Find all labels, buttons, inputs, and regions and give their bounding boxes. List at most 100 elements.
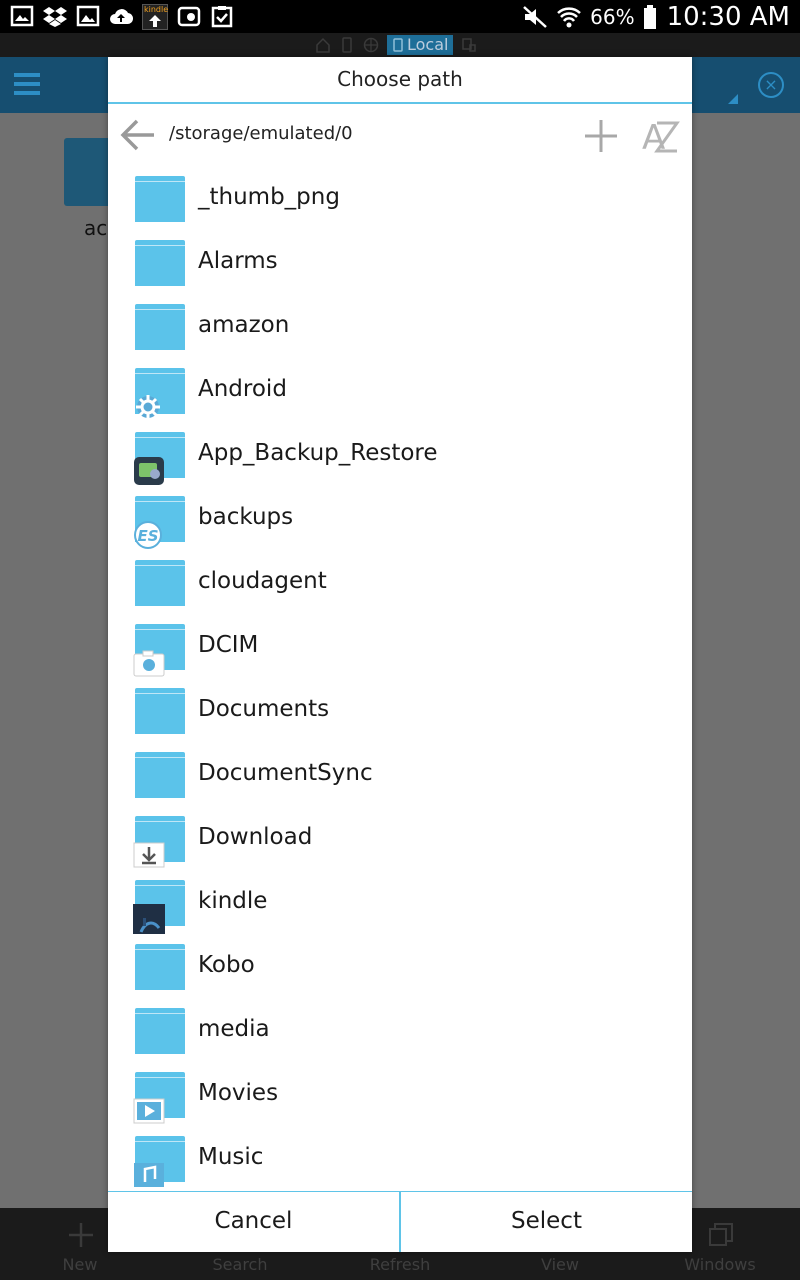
photo-edit-icon: [177, 6, 201, 27]
device-icon: [393, 38, 403, 52]
folder-icon: [134, 432, 185, 485]
toolbar-corner-marker: [728, 94, 738, 104]
sort-az-icon[interactable]: A: [641, 117, 681, 155]
windows-icon: [709, 1223, 733, 1246]
new-folder-plus-icon[interactable]: [582, 117, 620, 155]
home-icon[interactable]: [315, 37, 331, 53]
folder-row[interactable]: Documents: [108, 678, 692, 742]
gear-badge-icon: [136, 395, 160, 419]
folder-name: App_Backup_Restore: [198, 440, 438, 466]
remote-device-icon[interactable]: [461, 37, 477, 53]
folder-row[interactable]: cloudagent: [108, 550, 692, 614]
location-strip: Local: [0, 33, 800, 57]
folder-name: Movies: [198, 1080, 279, 1106]
folder-name: Alarms: [198, 248, 278, 274]
plus-icon: [69, 1223, 93, 1247]
image-icon: [76, 5, 100, 27]
camera-badge-icon: [133, 650, 165, 677]
folder-name: media: [198, 1016, 270, 1042]
folder-icon: [135, 240, 185, 286]
notification-icons: kindle: [10, 4, 234, 30]
folder-icon: [135, 1008, 185, 1054]
es-badge-icon: ES: [134, 521, 162, 549]
status-bar: kindle 66% 10:30 AM: [0, 0, 800, 33]
gallery-notification-icon: [10, 5, 34, 27]
folder-name: Download: [198, 824, 313, 850]
folder-name: _thumb_png: [198, 184, 340, 210]
wifi-icon: [557, 6, 581, 27]
folder-icon: [135, 560, 185, 606]
folder-row[interactable]: DocumentSync: [108, 742, 692, 806]
nav-windows-label: Windows: [684, 1255, 756, 1274]
folder-icon: [133, 624, 185, 677]
folder-row[interactable]: Alarms: [108, 230, 692, 294]
folder-icon: ES: [134, 496, 185, 549]
backup-app-badge-icon: [134, 457, 164, 485]
path-bar: /storage/emulated/0 A: [108, 104, 692, 166]
folder-row[interactable]: DCIM: [108, 614, 692, 678]
folder-row[interactable]: media: [108, 998, 692, 1062]
folder-row[interactable]: Android: [108, 358, 692, 422]
folder-icon: [135, 304, 185, 350]
folder-icon: [135, 688, 185, 734]
folder-row[interactable]: amazon: [108, 294, 692, 358]
folder-icon: [133, 880, 185, 934]
dropbox-icon: [43, 7, 67, 27]
dialog-title: Choose path: [108, 57, 692, 104]
folder-icon: [135, 368, 185, 419]
folder-row[interactable]: ES backups: [108, 486, 692, 550]
folder-name: Documents: [198, 696, 330, 722]
folder-row[interactable]: Movies: [108, 1062, 692, 1126]
music-badge-icon: [134, 1163, 164, 1187]
dialog-buttons: Cancel Select: [108, 1191, 692, 1252]
folder-name: backups: [198, 504, 294, 530]
close-icon[interactable]: ×: [758, 72, 784, 98]
folder-icon: [135, 752, 185, 798]
folder-row[interactable]: kindle: [108, 870, 692, 934]
system-status: 66% 10:30 AM: [522, 0, 790, 33]
folder-name: Android: [198, 376, 287, 402]
folder-list: _thumb_png Alarms amazon Android App_Backup_…: [108, 166, 692, 1190]
mute-icon: [523, 5, 547, 28]
menu-icon[interactable]: [14, 73, 40, 95]
current-path: /storage/emulated/0: [169, 123, 353, 144]
play-badge-icon: [133, 1098, 165, 1124]
back-arrow-icon[interactable]: [120, 118, 156, 152]
nav-new-label: New: [62, 1255, 98, 1274]
folder-name: kindle: [198, 888, 268, 914]
folder-row[interactable]: Music: [108, 1126, 692, 1190]
folder-row[interactable]: Download: [108, 806, 692, 870]
nav-view-label: View: [541, 1255, 579, 1274]
svg-text:ES: ES: [137, 527, 158, 545]
folder-name: amazon: [198, 312, 290, 338]
folder-icon: [133, 816, 185, 868]
folder-row[interactable]: _thumb_png: [108, 166, 692, 230]
download-badge-icon: [133, 842, 165, 868]
clipboard-check-icon: [211, 6, 233, 28]
kindle-icon: kindle: [142, 4, 168, 30]
folder-name: cloudagent: [198, 568, 327, 594]
folder-icon: [135, 944, 185, 990]
kindle-icon-text: kindle: [144, 5, 169, 14]
select-button[interactable]: Select: [401, 1192, 692, 1252]
cancel-button[interactable]: Cancel: [108, 1192, 399, 1252]
clock: 10:30 AM: [666, 1, 790, 32]
nav-search-label: Search: [212, 1255, 268, 1274]
folder-icon: [133, 1072, 185, 1124]
network-icon[interactable]: [363, 37, 379, 53]
folder-name: DCIM: [198, 632, 259, 658]
phone-icon[interactable]: [339, 37, 355, 53]
local-label: Local: [407, 35, 449, 54]
nav-refresh-label: Refresh: [369, 1255, 431, 1274]
background-folder-label: ac: [84, 216, 108, 240]
choose-path-dialog: Choose path /storage/emulated/0 A _thumb…: [108, 57, 692, 1252]
folder-icon: [134, 1136, 185, 1187]
local-location-chip[interactable]: Local: [387, 35, 454, 55]
kindle-badge-icon: [133, 904, 165, 934]
folder-name: Kobo: [198, 952, 255, 978]
folder-icon: [135, 176, 185, 222]
folder-name: Music: [198, 1144, 264, 1170]
folder-row[interactable]: App_Backup_Restore: [108, 422, 692, 486]
battery-icon: [643, 4, 656, 29]
folder-row[interactable]: Kobo: [108, 934, 692, 998]
